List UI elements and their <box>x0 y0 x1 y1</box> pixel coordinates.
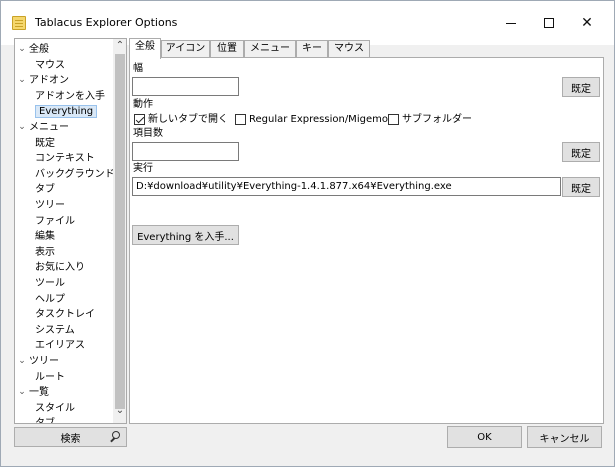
window-title: Tablacus Explorer Options <box>35 16 178 29</box>
exec-default-button[interactable]: 既定 <box>562 177 600 197</box>
tree-item[interactable]: ツリー <box>35 198 65 213</box>
minimize-icon <box>506 22 516 24</box>
tab-menu[interactable]: メニュー <box>244 40 296 58</box>
app-icon <box>12 16 26 30</box>
chevron-down-icon[interactable]: ⌄ <box>17 385 27 400</box>
tree-item-label: 編集 <box>35 231 55 243</box>
tree-item-label: タスクトレイ <box>35 309 95 321</box>
scroll-down-icon[interactable]: ⌄ <box>113 405 126 416</box>
options-window: Tablacus Explorer Options ✕ ⌄ 全般 マウス ⌄ アドオンア… <box>0 0 615 467</box>
tab-mouse[interactable]: マウス <box>328 40 370 58</box>
tree-scrollbar[interactable]: ⌃ ⌄ <box>113 39 126 423</box>
tree-item-label: お気に入り <box>35 262 85 274</box>
search-label: 検索 <box>60 433 81 445</box>
exec-path-input[interactable]: D:¥download¥utility¥Everything-1.4.1.877… <box>132 177 561 196</box>
regex-checkbox[interactable] <box>235 114 246 125</box>
tree-item-label: スタイル <box>35 402 75 414</box>
tree-item[interactable]: アドオンを入手 <box>35 89 105 104</box>
tree-item[interactable]: スタイル <box>35 401 75 416</box>
tree-item[interactable]: マウス <box>35 58 65 73</box>
maximize-icon <box>544 18 554 28</box>
width-input[interactable] <box>132 77 239 96</box>
chevron-down-icon[interactable]: ⌄ <box>17 354 27 369</box>
chevron-down-icon[interactable]: ⌄ <box>17 120 27 135</box>
tree-item[interactable]: 編集 <box>35 229 55 244</box>
tree-item-label: ルート <box>35 371 65 383</box>
ok-button[interactable]: OK <box>447 426 522 448</box>
tab-icon[interactable]: アイコン <box>161 40 210 58</box>
tree-item-label: ツール <box>35 278 65 289</box>
tree-item-label: システム <box>35 324 75 336</box>
regex-label: Regular Expression/Migemo <box>249 114 388 125</box>
width-label: 幅 <box>133 63 143 74</box>
close-button[interactable]: ✕ <box>567 5 607 41</box>
tree-item-label: 既定 <box>35 137 55 149</box>
tree-item-label: タブ <box>35 184 55 196</box>
tree-item-label: ヘルプ <box>35 293 65 305</box>
minimize-button[interactable] <box>491 5 531 41</box>
tree-item-label: ツリー <box>35 200 65 211</box>
new-tab-checkbox[interactable] <box>134 114 145 125</box>
tree-item[interactable]: お気に入り <box>35 260 85 275</box>
tree-item[interactable]: ⌄ 一覧 <box>17 385 49 400</box>
tree-item-label: Everything <box>35 105 98 119</box>
tree-item[interactable]: コンテキスト <box>35 151 95 166</box>
exec-label: 実行 <box>133 163 153 174</box>
scroll-thumb[interactable] <box>115 54 125 409</box>
tree-item-label: アドオンを入手 <box>35 90 105 102</box>
subfolder-label: サブフォルダー <box>402 114 472 125</box>
tree-item-label: アドオン <box>29 75 69 87</box>
tree-item[interactable]: ファイル <box>35 214 75 229</box>
tree-item[interactable]: タブ <box>35 416 55 424</box>
tree-item[interactable]: 表示 <box>35 245 55 260</box>
tree-item[interactable]: Everything <box>35 104 98 119</box>
tree-item[interactable]: 既定 <box>35 136 55 151</box>
tree-item[interactable]: エイリアス <box>35 338 85 353</box>
tree-item[interactable]: タブ <box>35 182 55 197</box>
chevron-down-icon[interactable]: ⌄ <box>17 42 27 57</box>
width-default-button[interactable]: 既定 <box>562 77 600 97</box>
tab-position[interactable]: 位置 <box>210 40 244 58</box>
tree-item-label: コンテキスト <box>35 153 95 165</box>
tab-key[interactable]: キー <box>296 40 328 58</box>
tree-item[interactable]: ツール <box>35 276 65 291</box>
tree-item-label: 一覧 <box>29 387 49 399</box>
tree-item[interactable]: ルート <box>35 370 65 385</box>
subfolder-checkbox[interactable] <box>388 114 399 125</box>
tree-item[interactable]: ⌄ 全般 <box>17 42 49 57</box>
items-default-button[interactable]: 既定 <box>562 142 600 162</box>
tree-item[interactable]: タスクトレイ <box>35 307 95 322</box>
tree-item-label: タブ <box>35 418 55 424</box>
tree-item[interactable]: バックグラウンド <box>35 167 115 182</box>
close-icon: ✕ <box>581 15 593 31</box>
tree-item-label: 表示 <box>35 246 55 258</box>
new-tab-label: 新しいタブで開く <box>148 114 228 125</box>
tree-item[interactable]: ⌄ ツリー <box>17 354 59 369</box>
tree-item[interactable]: システム <box>35 323 75 338</box>
tree-item[interactable]: ヘルプ <box>35 292 65 307</box>
action-label: 動作 <box>133 99 153 110</box>
tree-item[interactable]: ⌄ メニュー <box>17 120 69 135</box>
tab-general[interactable]: 全般 <box>129 38 161 59</box>
maximize-button[interactable] <box>529 5 569 41</box>
chevron-down-icon[interactable]: ⌄ <box>17 73 27 88</box>
tree-item-label: ツリー <box>29 356 59 367</box>
tree-item-label: 全般 <box>29 44 49 55</box>
general-panel: 幅 既定 動作 新しいタブで開く Regular Expression/Mige… <box>129 57 604 424</box>
items-input[interactable] <box>132 142 239 161</box>
get-everything-button[interactable]: Everything を入手... <box>132 225 239 245</box>
scroll-up-icon[interactable]: ⌃ <box>113 40 126 51</box>
tree-item-label: バックグラウンド <box>35 168 115 180</box>
search-button[interactable]: 検索 <box>14 427 127 447</box>
cancel-button[interactable]: キャンセル <box>527 426 602 448</box>
tree-item-label: マウス <box>35 59 65 71</box>
tree-item-label: ファイル <box>35 215 75 227</box>
items-label: 項目数 <box>133 128 163 139</box>
tree-item[interactable]: ⌄ アドオン <box>17 73 69 88</box>
tree-item-label: エイリアス <box>35 340 85 352</box>
search-icon <box>109 430 123 444</box>
tree-item-label: メニュー <box>29 122 69 133</box>
options-tree: ⌄ 全般 マウス ⌄ アドオン アドオンを入手 Everything ⌄ メニュー 既定 コンテキス… <box>14 38 127 424</box>
